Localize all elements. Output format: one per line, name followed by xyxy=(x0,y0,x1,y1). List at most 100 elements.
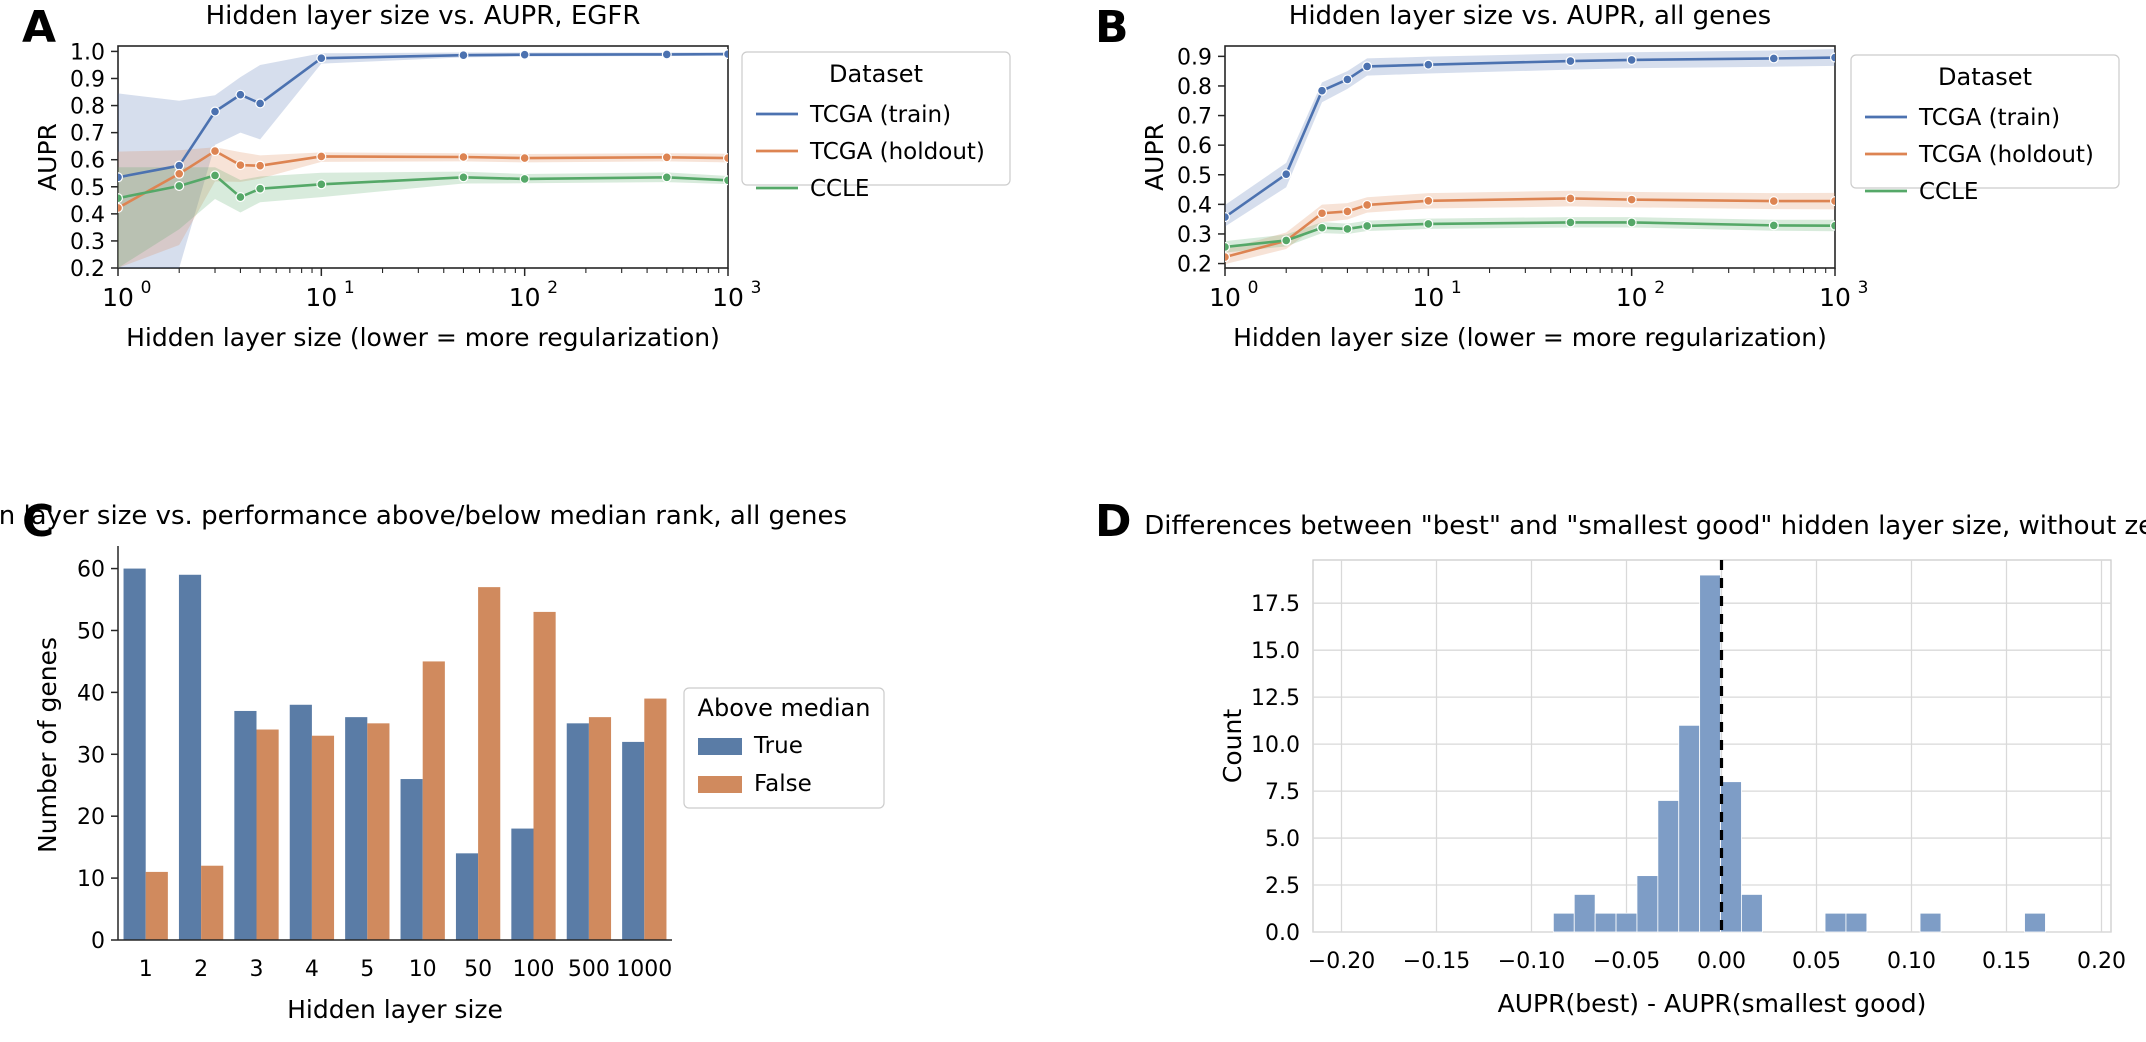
data-point xyxy=(1281,235,1292,246)
data-point xyxy=(174,168,185,179)
data-point xyxy=(235,160,246,171)
legend-label-1[interactable]: TCGA (holdout) xyxy=(1918,142,2094,168)
panel-b-chart: Hidden layer size vs. AUPR, all genes 0.2… xyxy=(1140,1,2120,352)
y-tick-label: 0.8 xyxy=(1177,75,1212,100)
x-tick-label: −0.05 xyxy=(1593,949,1660,974)
legend-label-2[interactable]: CCLE xyxy=(810,176,869,202)
y-tick-label: 0.8 xyxy=(70,95,105,120)
data-point xyxy=(1423,218,1434,229)
data-point xyxy=(519,173,530,184)
data-point xyxy=(1317,85,1328,96)
bar xyxy=(400,779,423,940)
data-point xyxy=(723,49,728,60)
histogram-bar xyxy=(1720,781,1742,933)
data-point xyxy=(118,172,123,183)
panel-d-letter: D xyxy=(1095,496,1132,547)
svg-text:0: 0 xyxy=(1248,278,1259,298)
y-axis-title: Count xyxy=(1218,709,1247,783)
x-tick-label: 10 xyxy=(409,957,437,982)
data-point xyxy=(1362,199,1373,210)
x-tick-label: −0.20 xyxy=(1308,949,1375,974)
panel-title: Hidden layer size vs. performance above/… xyxy=(0,501,847,531)
data-point xyxy=(235,89,246,100)
data-point xyxy=(1342,206,1353,217)
data-point xyxy=(1362,220,1373,231)
data-point xyxy=(118,193,123,204)
data-point xyxy=(1565,217,1576,228)
x-axis-title: Hidden layer size xyxy=(287,995,503,1024)
legend-label-0[interactable]: TCGA (train) xyxy=(809,102,951,128)
legend-label-1[interactable]: TCGA (holdout) xyxy=(809,139,985,165)
data-point xyxy=(1317,208,1328,219)
x-tick-label: 10 3 xyxy=(1819,278,1868,312)
panel-d-chart: Differences between "best" and "smallest… xyxy=(1144,511,2146,1018)
histogram-bar xyxy=(2024,912,2046,933)
bar xyxy=(478,587,501,940)
y-tick-label: 0.2 xyxy=(1177,253,1212,278)
bar xyxy=(367,723,390,940)
data-point xyxy=(1281,169,1292,180)
x-tick-label: 100 xyxy=(102,278,151,312)
x-axis-title: Hidden layer size (lower = more regulari… xyxy=(1233,323,1827,352)
y-tick-label: 40 xyxy=(77,681,105,706)
legend-title: Dataset xyxy=(1938,63,2032,91)
bar xyxy=(289,704,312,940)
data-point xyxy=(1225,252,1230,263)
svg-text:10: 10 xyxy=(305,283,337,312)
data-point xyxy=(1768,53,1779,64)
x-tick-label: 10 3 xyxy=(712,278,761,312)
data-point xyxy=(519,49,530,60)
svg-text:2: 2 xyxy=(1654,278,1665,298)
histogram-bar xyxy=(1845,912,1868,933)
y-tick-label: 15.0 xyxy=(1251,639,1300,664)
svg-text:3: 3 xyxy=(751,278,762,298)
legend-label-0[interactable]: TCGA (train) xyxy=(1918,105,2060,131)
data-point xyxy=(1830,52,1835,63)
data-point xyxy=(1225,212,1230,223)
panel-title: Hidden layer size vs. AUPR, all genes xyxy=(1289,1,1771,31)
y-tick-label: 0.5 xyxy=(70,176,105,201)
figure-canvas: A Hidden layer size vs. AUPR, EGFR 0.2 0.3… xyxy=(0,0,2146,1042)
data-point xyxy=(1565,193,1576,204)
data-point xyxy=(210,146,221,157)
legend-label-1[interactable]: False xyxy=(754,771,812,797)
legend-title: Dataset xyxy=(829,60,923,88)
histogram-bar xyxy=(1741,894,1763,933)
x-tick-label: −0.10 xyxy=(1498,949,1565,974)
x-axis-title: AUPR(best) - AUPR(smallest good) xyxy=(1498,989,1927,1018)
y-tick-label: 0 xyxy=(91,929,105,954)
data-point xyxy=(661,49,672,60)
x-tick-label: 10 0 xyxy=(1209,278,1258,312)
legend-swatch-1 xyxy=(698,776,742,793)
data-point xyxy=(210,170,221,181)
panel-c-chart: Hidden layer size vs. performance above/… xyxy=(0,501,885,1024)
y-tick-label: 0.5 xyxy=(1177,164,1212,189)
panel-d: D Differences between "best" and "smalle… xyxy=(1073,490,2146,1042)
panel-title: Differences between "best" and "smallest… xyxy=(1144,511,2146,541)
y-tick-label: 0.4 xyxy=(70,203,105,228)
x-tick-label: 100 xyxy=(513,957,555,982)
data-point xyxy=(1830,220,1835,231)
histogram-bar xyxy=(1657,800,1680,933)
data-point xyxy=(723,175,728,186)
x-axis-title: Hidden layer size (lower = more regulari… xyxy=(126,323,720,352)
data-point xyxy=(661,172,672,183)
y-tick-label: 0.9 xyxy=(1177,45,1212,70)
y-tick-label: 0.6 xyxy=(70,149,105,174)
panel-c-letter: C xyxy=(22,496,55,547)
bar xyxy=(533,611,556,940)
legend-label-2[interactable]: CCLE xyxy=(1919,179,1978,205)
svg-text:10: 10 xyxy=(1209,283,1241,312)
y-tick-label: 17.5 xyxy=(1251,592,1300,617)
bar xyxy=(566,723,589,940)
data-point xyxy=(1830,196,1835,207)
y-tick-label: 12.5 xyxy=(1251,686,1300,711)
bar xyxy=(455,853,479,940)
legend-label-0[interactable]: True xyxy=(753,733,803,759)
data-point xyxy=(255,183,266,194)
y-axis-title: AUPR xyxy=(1140,123,1169,191)
data-point xyxy=(255,98,266,109)
svg-text:10: 10 xyxy=(1616,283,1648,312)
x-tick-label: 1 xyxy=(139,957,153,982)
data-point xyxy=(1342,74,1353,85)
